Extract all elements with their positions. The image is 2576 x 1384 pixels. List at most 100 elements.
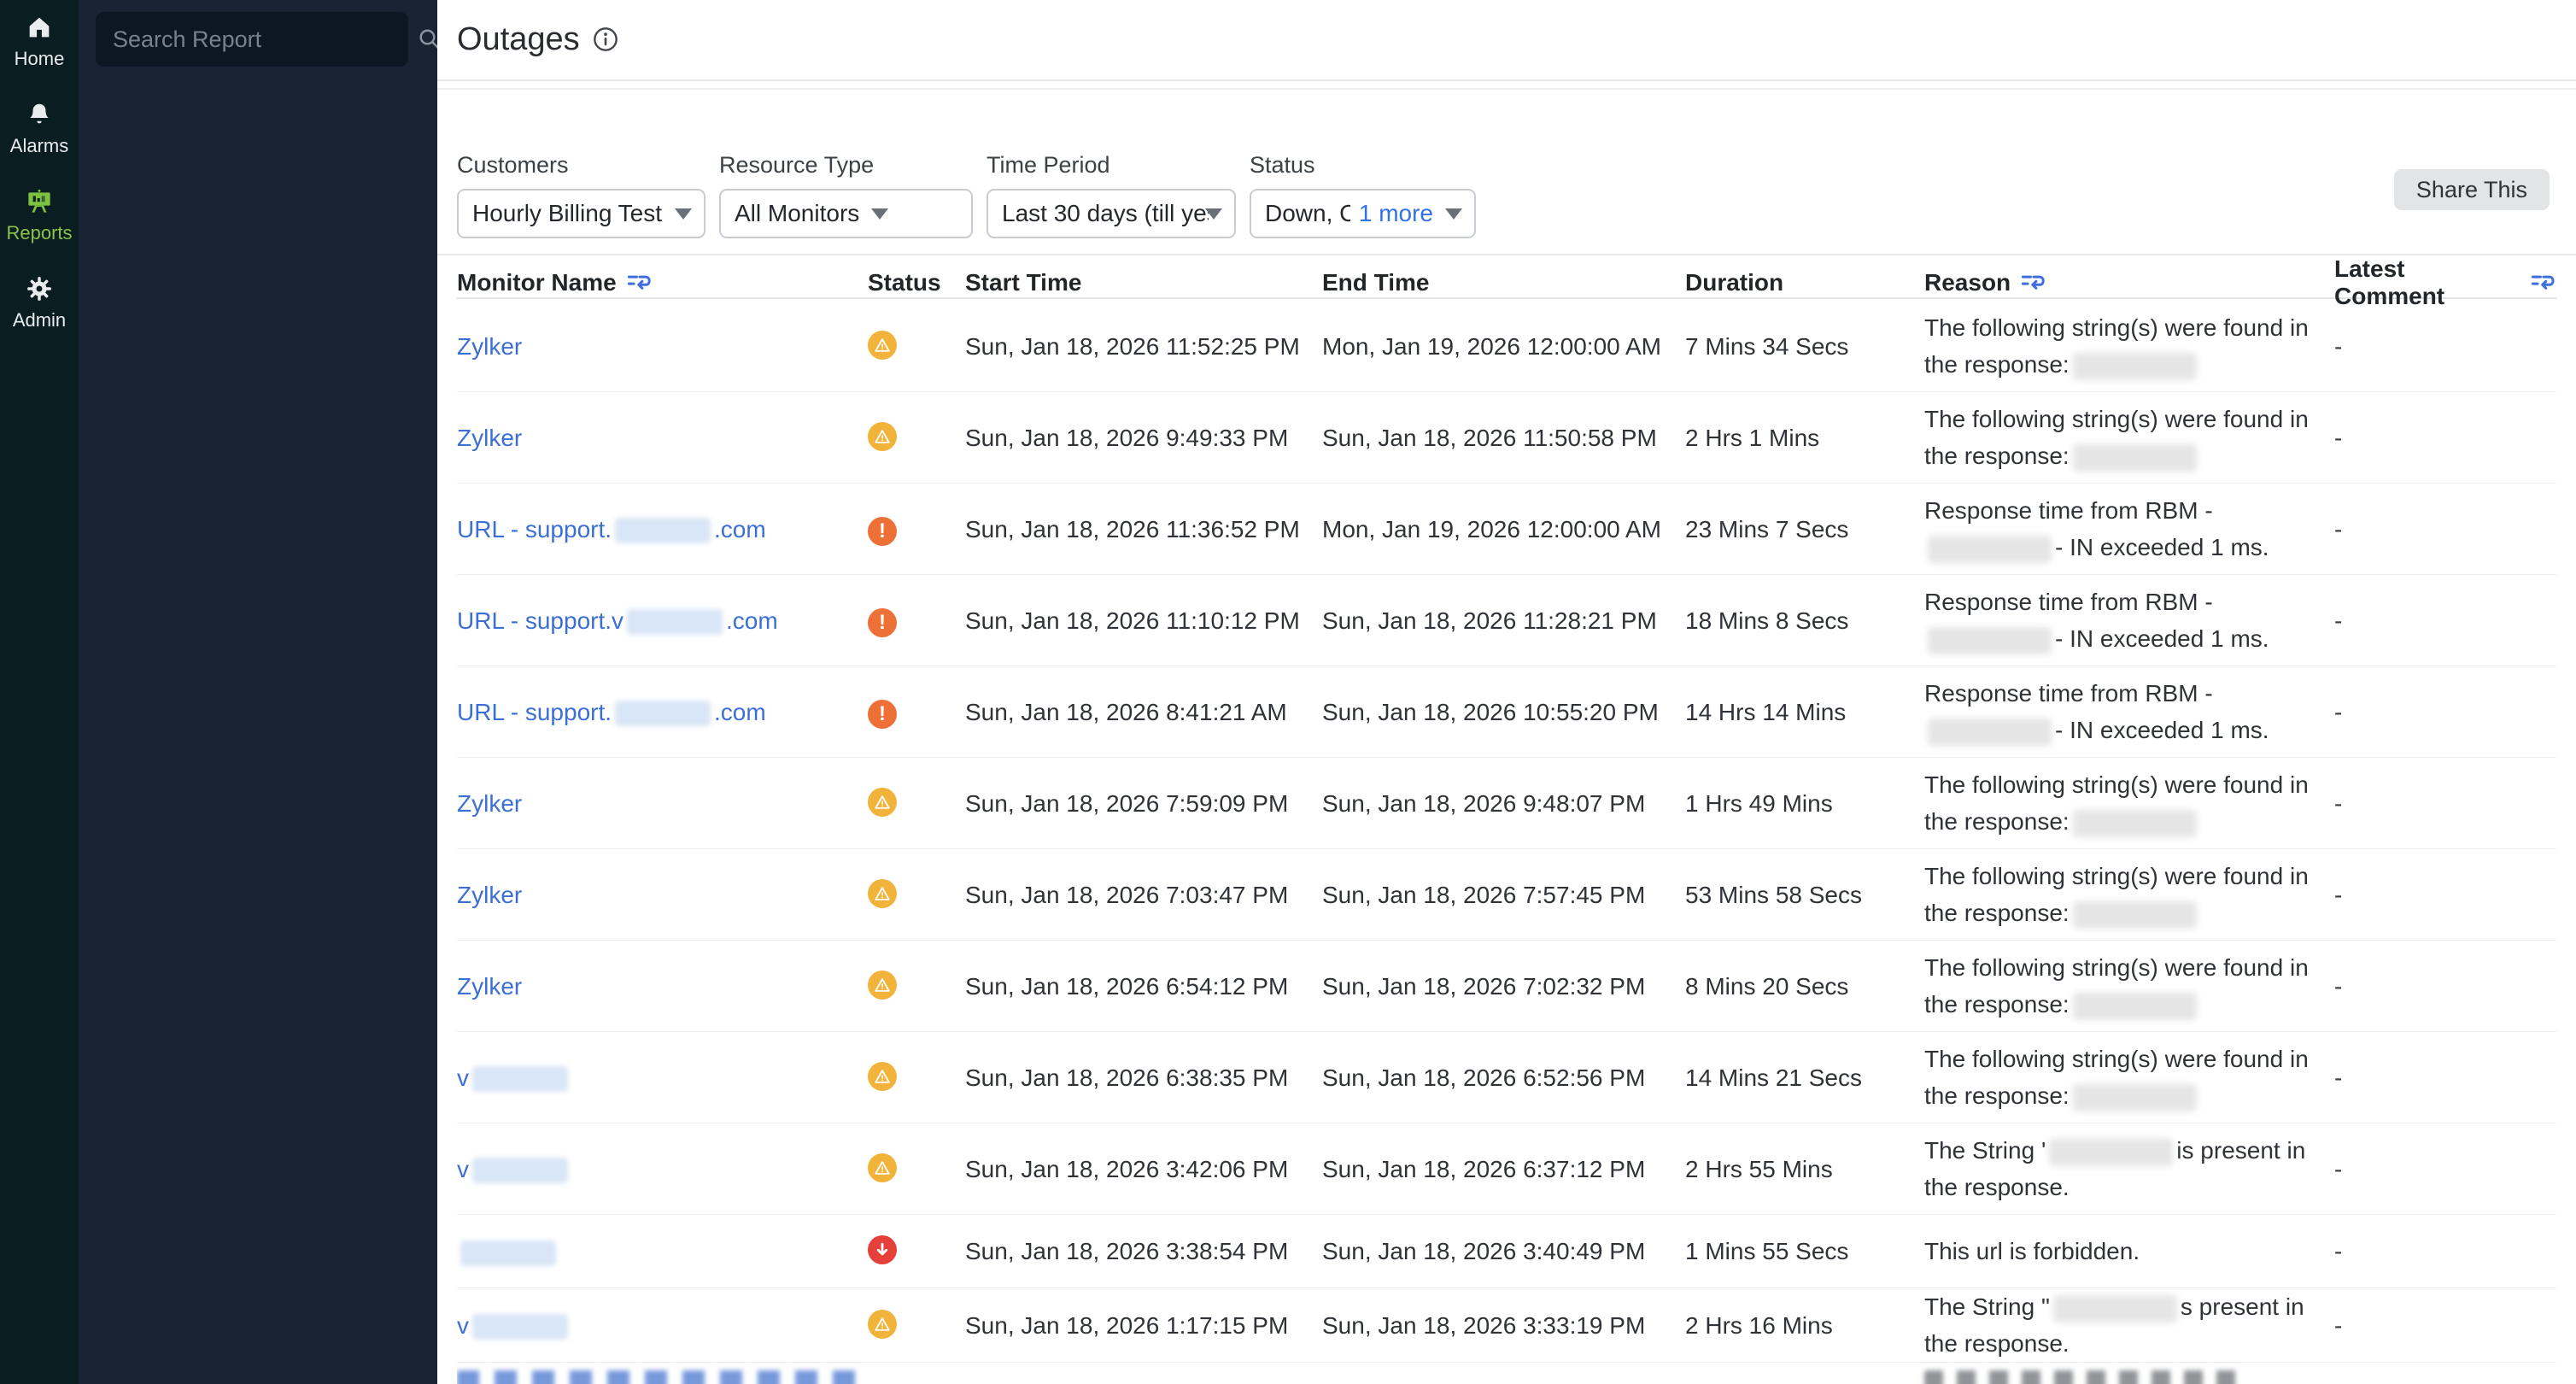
monitor-name-link[interactable]: Zylker [457,425,522,451]
redacted-text [1928,718,2052,746]
status-cell: ! [868,602,965,639]
rail-item-label: Admin [13,309,66,331]
filter-dropdown-customers[interactable]: Hourly Billing Testing [457,189,705,238]
end-time-cell: Sun, Jan 18, 2026 9:48:07 PM [1322,785,1685,822]
status-cell [868,1307,965,1344]
monitor-name-link[interactable]: Zylker [457,790,522,817]
end-time-cell: Sun, Jan 18, 2026 11:28:21 PM [1322,602,1685,639]
status-cell [868,419,965,456]
duration-cell: 2 Hrs 1 Mins [1685,419,1924,456]
end-time-cell: Mon, Jan 19, 2026 12:00:00 AM [1322,328,1685,365]
outages-report-page: Home Alarms Reports Admin Outages [0,0,2576,1384]
monitor-name-link[interactable]: URL - support.v.com [457,607,778,634]
monitor-name-link[interactable]: v [457,1312,571,1339]
table-row: URL - support..com ! Sun, Jan 18, 2026 1… [457,484,2556,575]
report-search-box[interactable] [96,12,408,67]
info-icon[interactable] [592,26,619,53]
table-row: Zylker Sun, Jan 18, 2026 11:52:25 PM Mon… [457,301,2556,392]
redacted-text [460,1240,556,1266]
filter-dropdown-resource[interactable]: All Monitors [719,189,973,238]
redacted-text [472,1066,568,1092]
reason-cell: The following string(s) were found in th… [1924,1041,2334,1114]
column-header-label: End Time [1322,269,1430,296]
search-input[interactable] [111,26,417,54]
status-warning-icon [868,879,897,908]
rail-item-label: Reports [6,222,72,244]
filter-dropdown-status[interactable]: Down, Critic... 1 more [1250,189,1476,238]
monitor-name-cell: v [457,1307,868,1344]
sort-filter-icon[interactable] [2021,272,2046,294]
filter-dropdown-time[interactable]: Last 30 days (till yesterd [986,189,1236,238]
redacted-text [472,1314,568,1340]
status-critical-icon: ! [868,517,897,546]
monitor-name-link[interactable]: v [457,1156,571,1182]
monitor-name-link[interactable]: URL - support..com [457,516,766,542]
table-row: Zylker Sun, Jan 18, 2026 9:49:33 PM Sun,… [457,392,2556,484]
start-time-cell: Sun, Jan 18, 2026 6:54:12 PM [965,968,1322,1005]
status-cell [868,328,965,365]
status-warning-icon [868,422,897,451]
column-header-monitor-name[interactable]: Monitor Name [457,269,868,296]
duration-cell: 23 Mins 7 Secs [1685,511,1924,548]
redacted-text [1928,627,2052,654]
latest-comment-cell: - [2334,1307,2556,1344]
status-critical-icon: ! [868,608,897,637]
rail-item-home[interactable]: Home [15,14,65,70]
end-time-cell: Sun, Jan 18, 2026 10:55:20 PM [1322,694,1685,730]
latest-comment-cell: - [2334,1059,2556,1096]
chevron-down-icon [871,208,888,220]
monitor-name-link[interactable]: Zylker [457,333,522,360]
monitor-name-link[interactable]: URL - support..com [457,699,766,725]
column-header-label: Duration [1685,269,1783,296]
column-header-reason[interactable]: Reason [1924,269,2334,296]
reason-cell: The following string(s) were found in th… [1924,766,2334,840]
cut-off-table-row [457,1362,2556,1384]
status-warning-icon [868,1310,897,1339]
sort-filter-icon[interactable] [627,272,653,294]
monitor-name-cell [457,1233,868,1270]
monitor-name-cell: URL - support.v.com [457,602,868,639]
table-row: v Sun, Jan 18, 2026 1:17:15 PM Sun, Jan … [457,1288,2556,1363]
filter-more-link[interactable]: 1 more [1359,200,1433,227]
table-row: URL - support.v.com ! Sun, Jan 18, 2026 … [457,575,2556,666]
reason-cell: The String 'is present in the response. [1924,1132,2334,1205]
status-critical-icon: ! [868,700,897,729]
rail-item-admin[interactable]: Admin [13,275,66,331]
duration-cell: 14 Mins 21 Secs [1685,1059,1924,1096]
reason-cell: The following string(s) were found in th… [1924,949,2334,1023]
redacted-text [627,609,723,635]
status-warning-icon [868,331,897,360]
table-row: Zylker Sun, Jan 18, 2026 6:54:12 PM Sun,… [457,941,2556,1032]
monitor-name-cell: Zylker [457,419,868,456]
redacted-text [2073,353,2197,380]
reason-cell: The String "s present in the response. [1924,1288,2334,1362]
end-time-cell: Sun, Jan 18, 2026 7:57:45 PM [1322,877,1685,913]
filter-selected-value: Down, Critic... [1265,200,1350,227]
monitor-name-link[interactable] [457,1238,559,1264]
latest-comment-cell: - [2334,877,2556,913]
monitor-name-link[interactable]: Zylker [457,973,522,1000]
rail-item-reports[interactable]: Reports [6,188,72,244]
column-header-label: Status [868,269,941,296]
bell-icon [26,101,53,128]
monitor-name-cell: Zylker [457,968,868,1005]
monitor-name-link[interactable]: Zylker [457,882,522,908]
latest-comment-cell: - [2334,328,2556,365]
end-time-cell: Sun, Jan 18, 2026 6:37:12 PM [1322,1151,1685,1188]
latest-comment-cell: - [2334,1233,2556,1270]
sort-filter-icon[interactable] [2531,272,2556,294]
divider [437,79,2576,81]
duration-cell: 8 Mins 20 Secs [1685,968,1924,1005]
rail-item-label: Alarms [10,135,68,157]
monitor-name-link[interactable]: v [457,1064,571,1091]
rail-item-alarms[interactable]: Alarms [10,101,68,157]
column-header-end-time: End Time [1322,269,1685,296]
status-cell [868,1059,965,1096]
end-time-cell: Sun, Jan 18, 2026 6:52:56 PM [1322,1059,1685,1096]
latest-comment-cell: - [2334,1151,2556,1188]
filter-group-status: Status Down, Critic... 1 more [1250,152,1476,238]
chevron-down-icon [1205,208,1222,220]
redacted-text [2049,1139,2173,1166]
gear-icon [26,275,53,302]
share-this-button[interactable]: Share This [2394,169,2550,210]
